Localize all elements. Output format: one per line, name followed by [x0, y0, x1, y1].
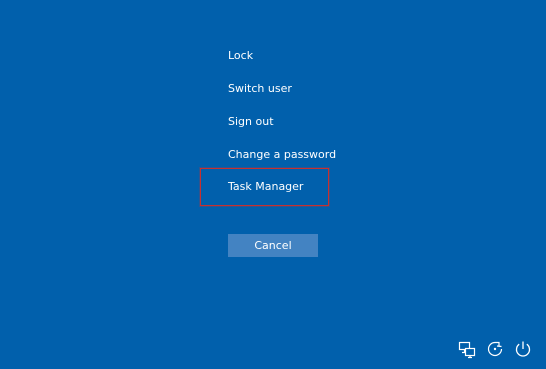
- ease-of-access-icon: [487, 341, 503, 357]
- lock-option[interactable]: Lock: [228, 45, 253, 67]
- power-icon: [515, 341, 531, 357]
- network-icon: [458, 341, 476, 359]
- task-manager-option[interactable]: Task Manager: [228, 176, 303, 198]
- network-button[interactable]: [457, 339, 477, 359]
- power-button[interactable]: [513, 339, 533, 359]
- change-password-option[interactable]: Change a password: [228, 144, 336, 166]
- ease-of-access-button[interactable]: [485, 339, 505, 359]
- switch-user-option[interactable]: Switch user: [228, 78, 292, 100]
- cancel-button[interactable]: Cancel: [228, 234, 318, 257]
- sign-out-option[interactable]: Sign out: [228, 111, 274, 133]
